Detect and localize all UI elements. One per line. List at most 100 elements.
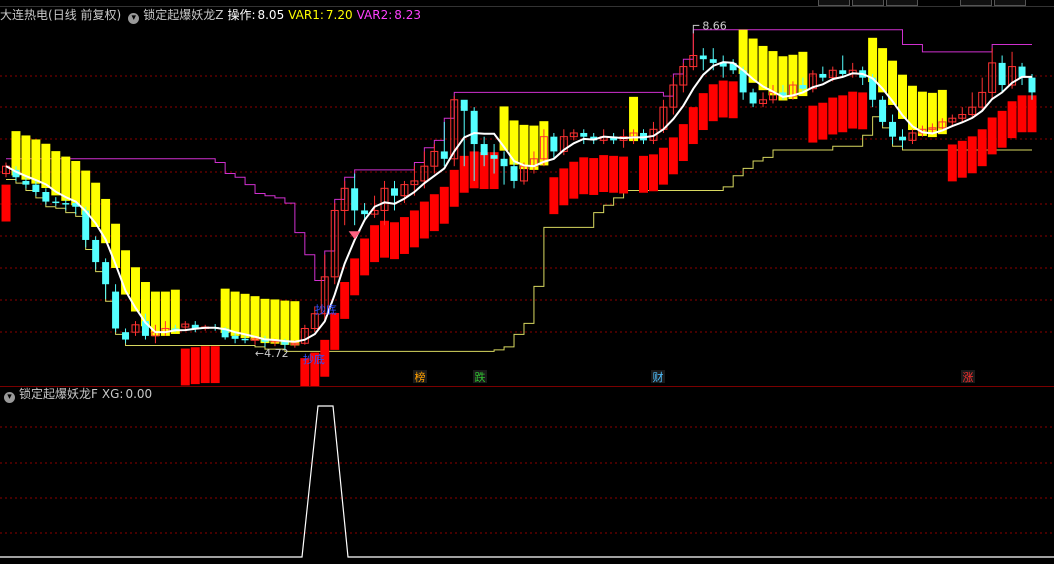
trend-band-bar — [180, 348, 190, 386]
op-value: 8.05 — [257, 8, 285, 22]
chevron-down-icon[interactable]: ▾ — [128, 13, 140, 24]
candle-body — [112, 291, 120, 329]
main-chart-panel[interactable]: 8.66 ←4.72 抄底 抄底榜跌财涨 — [0, 6, 1054, 386]
trend-band-bar — [210, 346, 220, 384]
candle-body — [52, 201, 60, 204]
trend-band-bar — [71, 161, 81, 206]
trend-band-bar — [848, 91, 858, 129]
trend-band-bar — [380, 220, 390, 258]
trend-band-bar — [61, 156, 71, 201]
stock-name: 大连热电 — [0, 8, 49, 22]
trend-band-bar — [111, 223, 121, 268]
indicator-chart[interactable] — [0, 387, 1054, 564]
trend-band-bar — [838, 95, 848, 133]
trend-band-bar — [728, 81, 738, 119]
trend-band-bar — [1017, 95, 1027, 133]
trend-band-bar — [350, 258, 360, 296]
candle-body — [490, 155, 498, 159]
trend-band-bar — [808, 105, 818, 143]
candle-body — [231, 335, 239, 339]
trend-band-bar — [688, 107, 698, 145]
trend-band-bar — [569, 161, 579, 199]
trend-band-bar — [957, 140, 967, 178]
xg-label: XG: — [101, 387, 124, 401]
chaodi-label: 抄底 — [303, 352, 325, 366]
candle-body — [102, 262, 110, 285]
sub-chart-header: ▾ 锁定起爆妖龙F XG: 0.00 — [0, 386, 156, 403]
trend-band-bar — [409, 210, 419, 248]
candle-body — [889, 121, 897, 137]
candle-body — [1028, 77, 1036, 93]
trend-band-bar — [429, 194, 439, 232]
candle-body — [32, 184, 40, 192]
trend-band-bar — [619, 156, 629, 194]
trend-band-bar — [718, 80, 728, 118]
candlestick-chart[interactable]: 8.66←4.72 抄底抄底榜跌财涨 — [0, 6, 1054, 386]
xg-value: 0.00 — [125, 387, 153, 401]
trend-band-bar — [240, 293, 250, 339]
candle-body — [510, 166, 518, 181]
candle-body — [470, 110, 478, 145]
trend-band-bar — [967, 136, 977, 174]
trend-band-bar — [599, 155, 609, 192]
trend-band-bar — [101, 198, 111, 244]
candle-body — [699, 55, 707, 60]
trend-band-bar — [678, 124, 688, 162]
var2-label: VAR2: — [356, 8, 393, 22]
trend-band-bar — [639, 155, 648, 193]
trend-band-bar — [399, 217, 409, 254]
trend-band-bar — [559, 168, 569, 206]
candle-body — [839, 70, 847, 74]
trend-band-bar — [449, 169, 459, 207]
trend-band-bar — [220, 288, 230, 333]
trend-band-bar — [698, 93, 708, 131]
trend-band-bar — [200, 346, 210, 384]
bottom-marker-label: 跌 — [475, 370, 486, 384]
trend-band-bar — [818, 102, 828, 140]
candle-body — [709, 59, 717, 63]
trend-band-bar — [987, 117, 997, 155]
trend-band-bar — [390, 222, 399, 260]
period-label: (日线 前复权) — [48, 8, 122, 22]
low-price-label: ←4.72 — [255, 347, 289, 360]
trend-band-bar — [250, 296, 260, 341]
trend-band-bar — [190, 347, 200, 385]
candle-body — [42, 192, 50, 202]
trend-band-bar — [858, 92, 868, 130]
high-price-label: 8.66 — [702, 19, 727, 32]
trend-band-bar — [1007, 101, 1017, 139]
chevron-down-icon[interactable]: ▾ — [4, 392, 15, 403]
trend-band-bar — [1, 184, 11, 222]
var2-value: 8.23 — [394, 8, 421, 22]
sub-indicator-name[interactable]: 锁定起爆妖龙F — [19, 387, 98, 401]
candle-body — [799, 85, 807, 89]
indicator-name[interactable]: 锁定起爆妖龙Z — [143, 8, 223, 22]
candle-body — [749, 92, 757, 104]
candle-body — [819, 73, 827, 78]
var1-value: 7.20 — [325, 8, 353, 22]
chaodi-label: 抄底 — [315, 303, 337, 317]
main-chart-header: 大连热电(日线 前复权) ▾ 锁定起爆妖龙Z 操作: 8.05 VAR1: 7.20 VAR2… — [0, 7, 425, 24]
trend-band-bar — [330, 312, 340, 350]
candle-body — [480, 144, 488, 156]
trend-band-bar — [280, 300, 290, 345]
var1-label: VAR1: — [288, 8, 324, 22]
trend-band-bar — [230, 291, 240, 336]
trend-band-bar — [131, 267, 140, 312]
candle-body — [580, 132, 588, 137]
trend-band-bar — [370, 225, 380, 263]
candle-body — [241, 338, 249, 341]
sub-indicator-panel[interactable] — [0, 387, 1054, 564]
trend-band-bar — [579, 157, 589, 195]
xg-signal-line — [0, 405, 1054, 558]
bottom-marker-label: 榜 — [415, 370, 426, 384]
trend-band-bar — [648, 154, 658, 192]
candle-body — [899, 136, 906, 141]
trend-band-bar — [589, 158, 599, 195]
trend-band-bar — [1027, 95, 1037, 133]
candle-body — [62, 203, 70, 205]
trend-band-bar — [439, 186, 449, 224]
trend-band-bar — [41, 143, 51, 189]
trend-band-bar — [549, 177, 559, 215]
candle-body — [92, 239, 100, 263]
